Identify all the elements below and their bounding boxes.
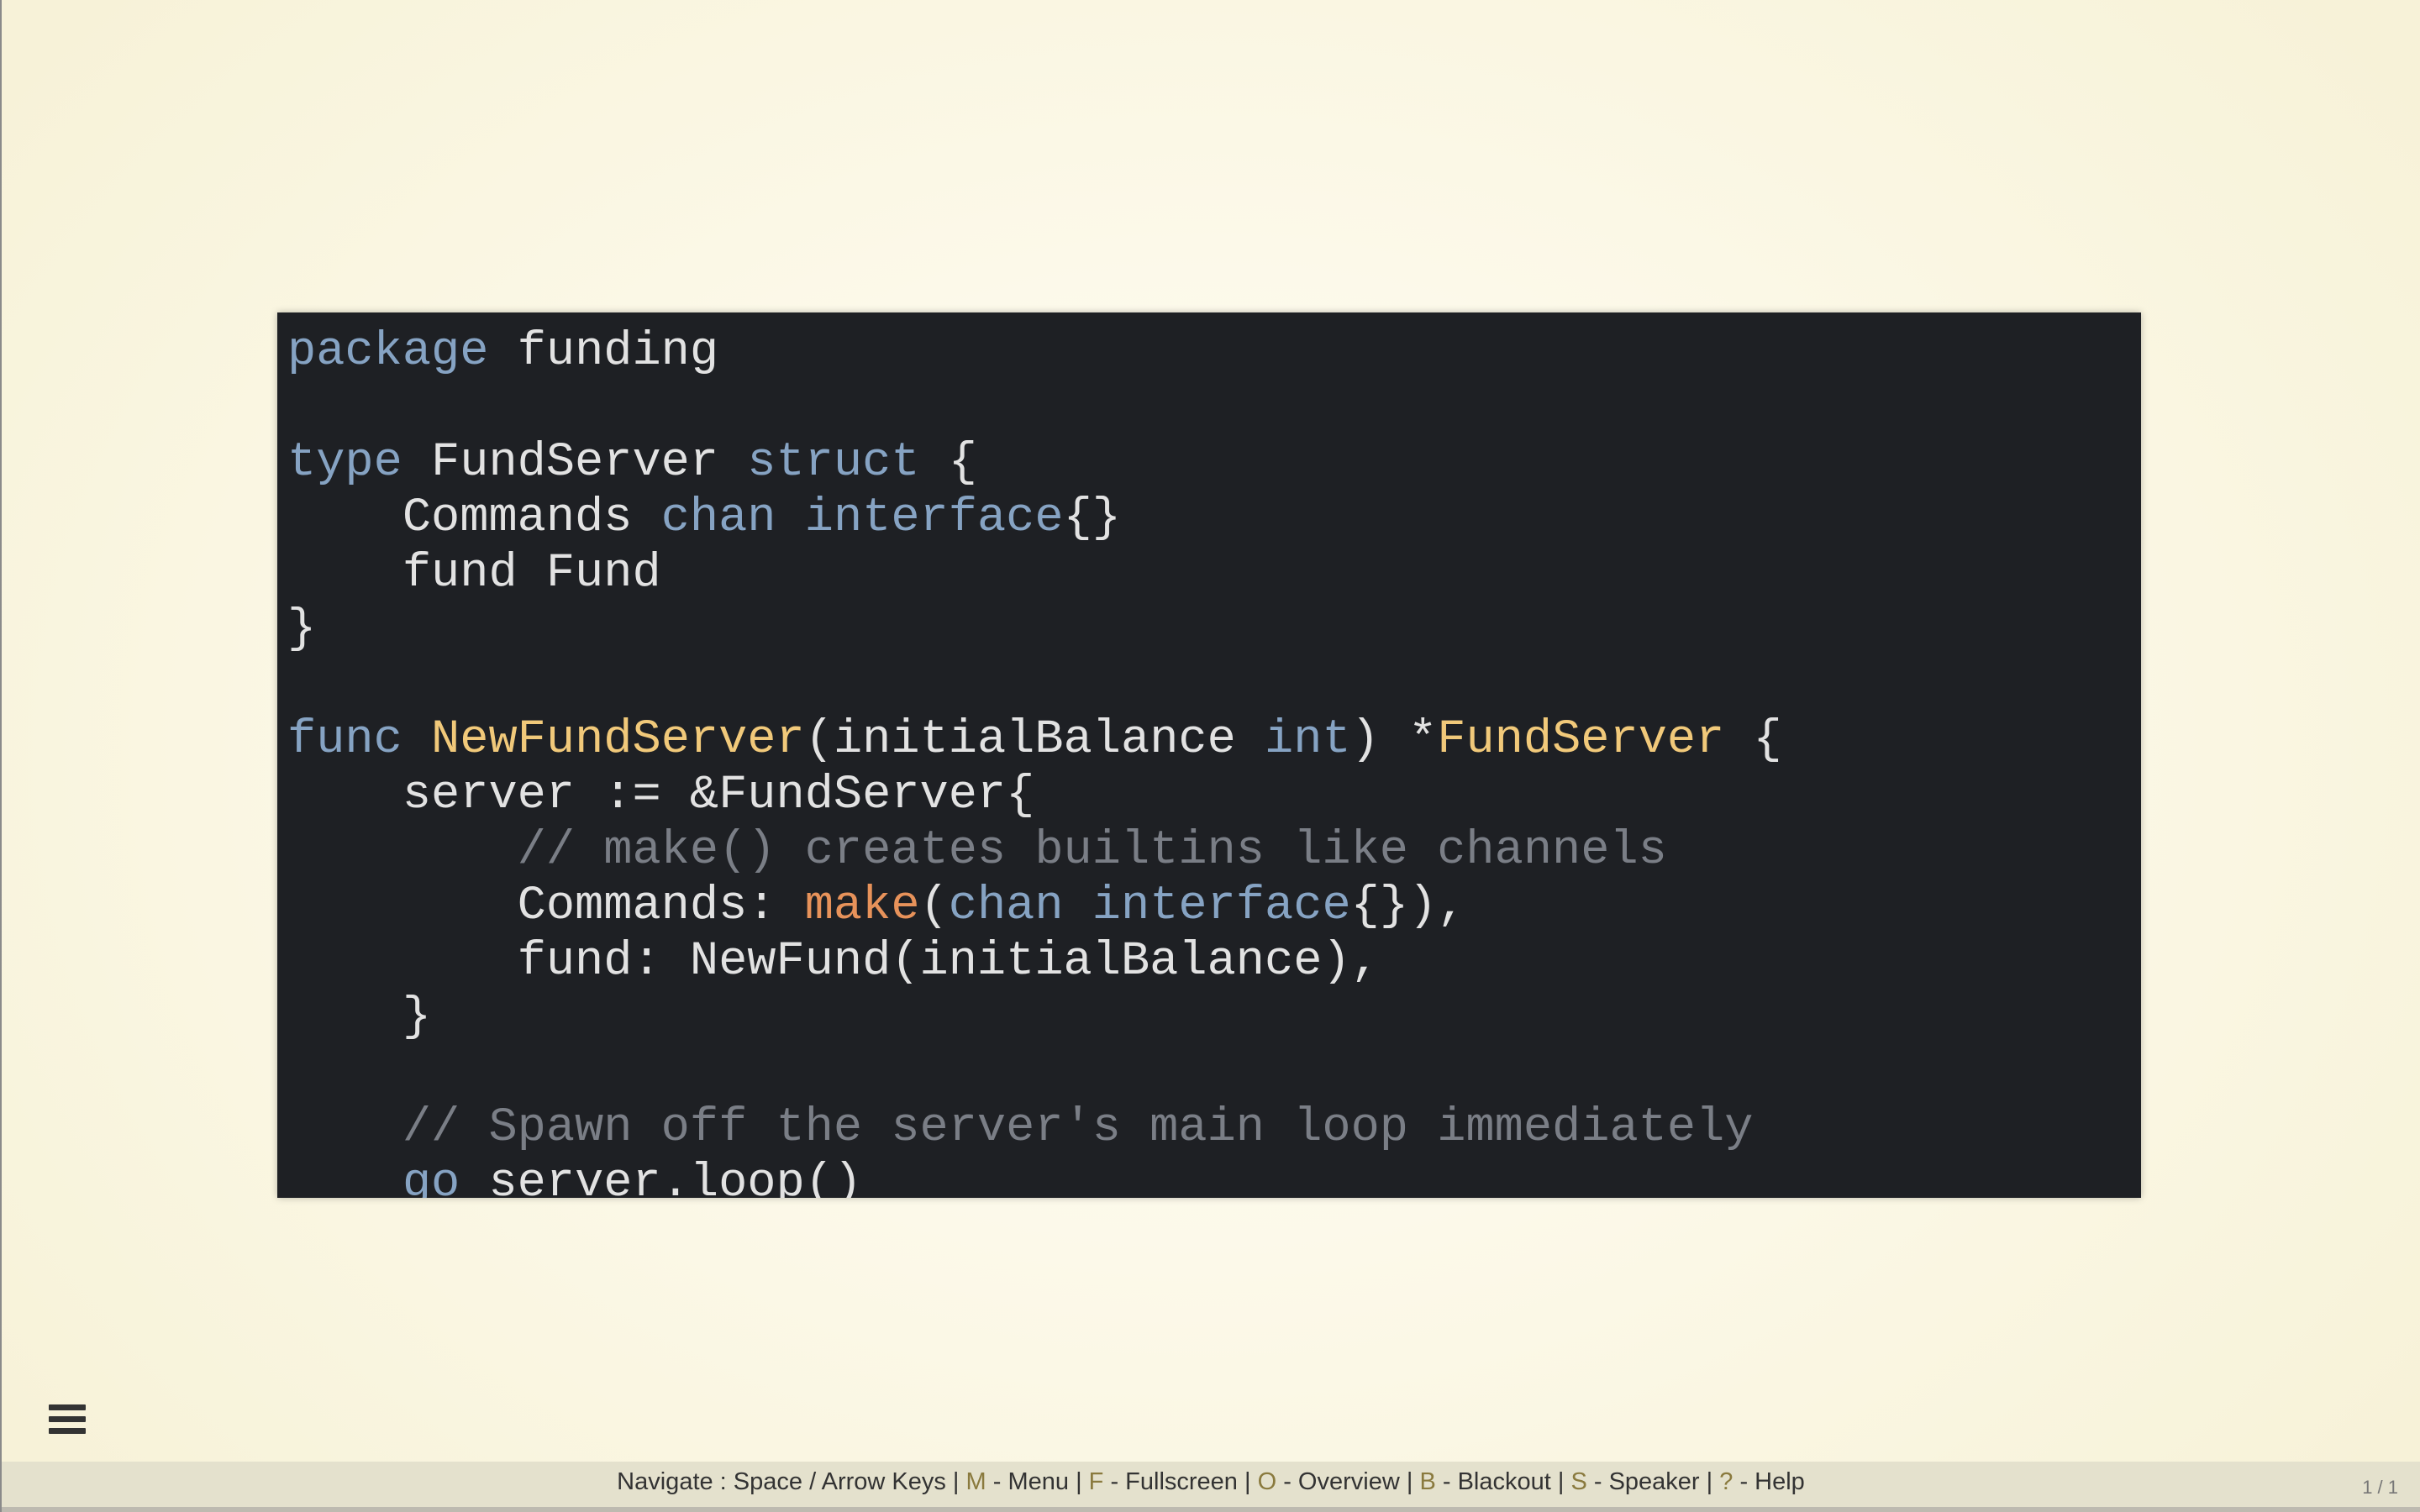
code-token: server.loop() [460, 1157, 863, 1198]
navigate-label: Navigate : Space / Arrow Keys [617, 1468, 946, 1495]
help-label: - Speaker [1586, 1468, 1700, 1495]
help-key: ? [1719, 1468, 1733, 1495]
help-separator: | [1237, 1468, 1258, 1495]
code-token: Commands: [287, 879, 805, 933]
code-line: func NewFundServer(initialBalance int) *… [287, 712, 2141, 768]
help-separator: | [1550, 1468, 1571, 1495]
code-line: } [287, 990, 2141, 1045]
code-token: func [287, 713, 402, 767]
code-token: FundServer [402, 436, 748, 490]
code-token: ) * [1350, 713, 1438, 767]
code-line: Commands: make(chan interface{}), [287, 879, 2141, 934]
help-label: - Menu [986, 1468, 1070, 1495]
help-key: B [1419, 1468, 1436, 1495]
code-line: // make() creates builtins like channels [287, 823, 2141, 879]
code-token: funding [488, 325, 719, 379]
menu-icon-bar [49, 1416, 86, 1422]
code-line: type FundServer struct { [287, 435, 2141, 491]
code-token: interface [804, 491, 1064, 545]
code-token: ( [919, 879, 949, 933]
help-label: - Overview [1276, 1468, 1400, 1495]
code-token: Commands [287, 491, 661, 545]
code-token: package [287, 325, 489, 379]
help-key: O [1257, 1468, 1277, 1495]
code-token: {} [1063, 491, 1122, 545]
code-line: package funding [287, 324, 2141, 380]
code-token: fund: NewFund(initialBalance), [287, 935, 1380, 989]
help-bar: Navigate : Space / Arrow Keys | M - Menu… [2, 1462, 2420, 1512]
code-token: int [1265, 713, 1351, 767]
code-line: server := &FundServer{ [287, 768, 2141, 823]
help-key: F [1088, 1468, 1104, 1495]
hamburger-menu-icon[interactable] [49, 1404, 86, 1435]
code-token: { [1724, 713, 1782, 767]
slide-number: 1 / 1 [2362, 1477, 2398, 1498]
code-token: } [287, 602, 317, 656]
code-token: (initialBalance [804, 713, 1265, 767]
code-token: struct [747, 436, 920, 490]
help-key: M [965, 1468, 986, 1495]
menu-icon-bar [49, 1404, 86, 1410]
code-line: Commands chan interface{} [287, 491, 2141, 546]
help-label: - Help [1733, 1468, 1805, 1495]
code-token: go [402, 1157, 460, 1198]
help-separator: | [1699, 1468, 1720, 1495]
code-token: fund Fund [287, 547, 661, 601]
help-key: S [1570, 1468, 1587, 1495]
menu-icon-bar [49, 1428, 86, 1434]
code-token: make [804, 879, 920, 933]
window-left-edge [0, 0, 2, 1512]
code-token: // Spawn off the server's main loop imme… [287, 1101, 1754, 1155]
help-text: Navigate : Space / Arrow Keys | M - Menu… [2, 1468, 2420, 1496]
help-separator: | [952, 1468, 966, 1495]
code-line: fund: NewFund(initialBalance), [287, 934, 2141, 990]
code-token: NewFundServer [431, 713, 805, 767]
code-token: type [287, 436, 402, 490]
code-line: // Spawn off the server's main loop imme… [287, 1100, 2141, 1156]
code-line: fund Fund [287, 546, 2141, 601]
code-token: {}), [1350, 879, 1466, 933]
code-token: // make() creates builtins like channels [287, 824, 1667, 878]
help-separator: | [1069, 1468, 1089, 1495]
code-token: interface [1092, 879, 1351, 933]
help-separator: | [1399, 1468, 1420, 1495]
code-token: chan [660, 491, 776, 545]
code-token: } [287, 990, 432, 1044]
code-line: go server.loop() [287, 1156, 2141, 1198]
code-token: { [919, 436, 977, 490]
help-label: - Blackout [1435, 1468, 1551, 1495]
code-token: chan [948, 879, 1064, 933]
help-label: - Fullscreen [1103, 1468, 1238, 1495]
code-content: package funding type FundServer struct {… [277, 312, 2141, 1198]
code-token: server := &FundServer{ [287, 769, 1035, 822]
code-token: FundServer [1437, 713, 1725, 767]
code-block: package funding type FundServer struct {… [277, 312, 2141, 1198]
code-line: } [287, 601, 2141, 657]
